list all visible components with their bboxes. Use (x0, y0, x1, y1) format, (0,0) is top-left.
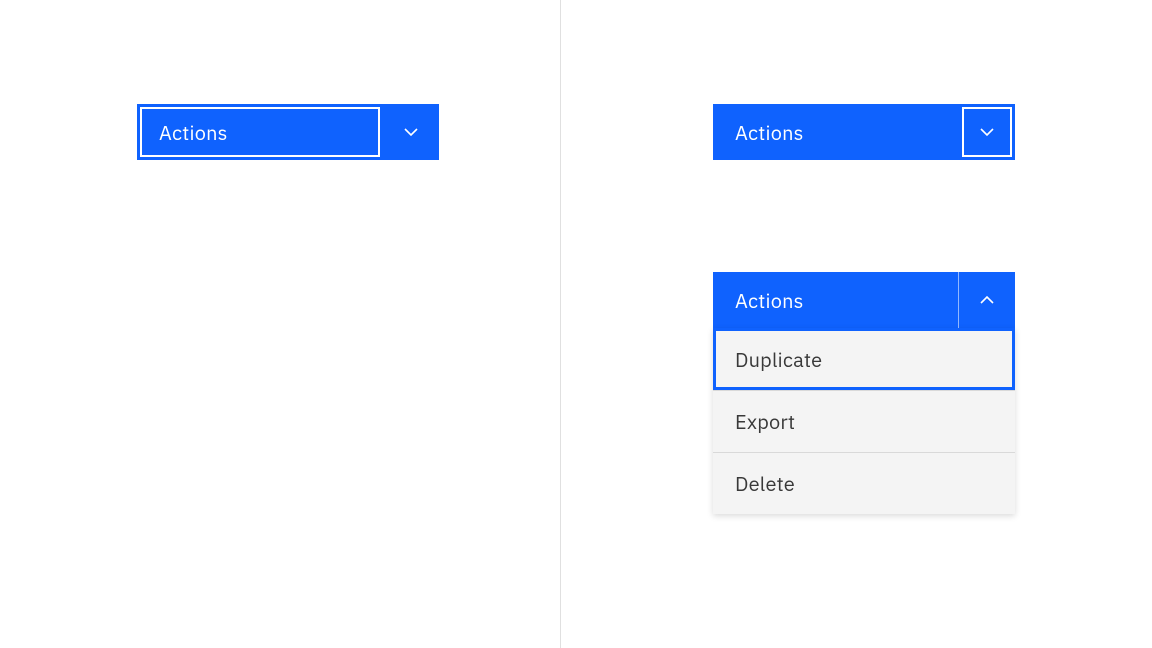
menu-item-label: Delete (735, 470, 795, 497)
chevron-up-icon (977, 290, 997, 310)
split-button-head: Actions (713, 272, 1015, 328)
menu-item-duplicate[interactable]: Duplicate (713, 328, 1015, 390)
menu-item-delete[interactable]: Delete (713, 452, 1015, 514)
actions-button[interactable]: Actions (713, 104, 959, 160)
actions-caret-button[interactable] (383, 104, 439, 160)
actions-menu: Duplicate Export Delete (713, 328, 1015, 514)
menu-item-export[interactable]: Export (713, 390, 1015, 452)
chevron-down-icon (977, 122, 997, 142)
actions-button-label: Actions (735, 119, 804, 146)
actions-button-label: Actions (735, 287, 804, 314)
vertical-divider (560, 0, 561, 648)
actions-button[interactable]: Actions (713, 272, 959, 328)
actions-caret-button[interactable] (959, 104, 1015, 160)
menu-item-label: Export (735, 408, 795, 435)
split-button-example-3-open: Actions Duplicate Export Delete (713, 272, 1015, 514)
actions-button[interactable]: Actions (137, 104, 383, 160)
chevron-down-icon (401, 122, 421, 142)
actions-caret-button[interactable] (959, 272, 1015, 328)
actions-button-label: Actions (159, 119, 228, 146)
menu-item-label: Duplicate (735, 346, 822, 373)
split-button-example-1: Actions (137, 104, 439, 160)
split-button-example-2: Actions (713, 104, 1015, 160)
